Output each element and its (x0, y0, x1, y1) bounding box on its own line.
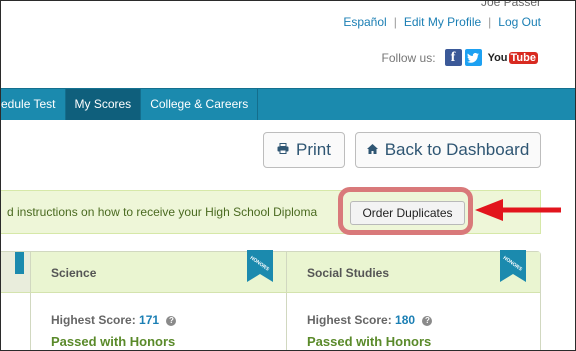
back-label: Back to Dashboard (384, 140, 530, 159)
account-links: Español | Edit My Profile | Log Out (343, 15, 541, 29)
youtube-tube: Tube (508, 51, 538, 64)
back-to-dashboard-button[interactable]: Back to Dashboard (355, 132, 541, 168)
card-title: Science (51, 266, 97, 280)
link-divider: | (488, 15, 492, 29)
card-body-partial (1, 293, 30, 350)
print-button[interactable]: Print (263, 132, 345, 168)
link-divider: | (393, 15, 397, 29)
card-body-social-studies: Highest Score: 180 ? Passed with Honors (286, 293, 541, 350)
highest-score: Highest Score: 171 ? (51, 313, 177, 327)
edit-profile-link[interactable]: Edit My Profile (404, 15, 481, 29)
honors-ribbon-icon (15, 252, 24, 274)
card-header-social-studies: Social Studies HONORS (286, 250, 540, 293)
pass-status: Passed with Honors (51, 334, 176, 349)
nav-item-college-careers[interactable]: College & Careers (141, 89, 259, 120)
info-icon[interactable]: ? (422, 315, 433, 326)
print-icon (277, 143, 289, 157)
youtube-you: You (487, 51, 508, 64)
language-link[interactable]: Español (343, 15, 386, 29)
card-header-partial (1, 252, 30, 293)
score-value: 180 (395, 313, 416, 327)
notice-text: d instructions on how to receive your Hi… (7, 205, 318, 219)
score-value: 171 (139, 313, 160, 327)
subject-cards: Science HONORS Social Studies HONORS Hig… (1, 250, 541, 350)
pointer-arrow (475, 199, 561, 221)
twitter-icon[interactable] (464, 49, 482, 66)
card-header-science: Science HONORS (30, 250, 286, 293)
honors-ribbon-icon: HONORS (500, 250, 526, 282)
info-icon[interactable]: ? (166, 315, 177, 326)
score-label: Highest Score: (51, 313, 136, 327)
pass-status: Passed with Honors (307, 334, 432, 349)
facebook-icon[interactable]: f (444, 49, 462, 66)
youtube-icon[interactable]: You Tube (484, 49, 541, 66)
print-label: Print (296, 140, 331, 159)
highest-score: Highest Score: 180 ? (307, 313, 433, 327)
logout-link[interactable]: Log Out (498, 15, 541, 29)
card-body-science: Highest Score: 171 ? Passed with Honors (30, 293, 287, 350)
app-frame: Joe Passer Español | Edit My Profile | L… (0, 0, 576, 351)
home-icon (366, 143, 378, 157)
main-nav: edule Test My Scores College & Careers (1, 88, 575, 120)
follow-label: Follow us: (381, 50, 436, 65)
honors-ribbon-icon: HONORS (247, 250, 273, 282)
user-name: Joe Passer (480, 0, 541, 9)
highlight-ring (338, 187, 473, 235)
nav-item-my-scores[interactable]: My Scores (65, 89, 142, 120)
score-label: Highest Score: (307, 313, 392, 327)
social-follow: Follow us: f You Tube (382, 49, 541, 66)
nav-item-schedule-test[interactable]: edule Test (1, 89, 66, 120)
card-title: Social Studies (307, 266, 390, 280)
